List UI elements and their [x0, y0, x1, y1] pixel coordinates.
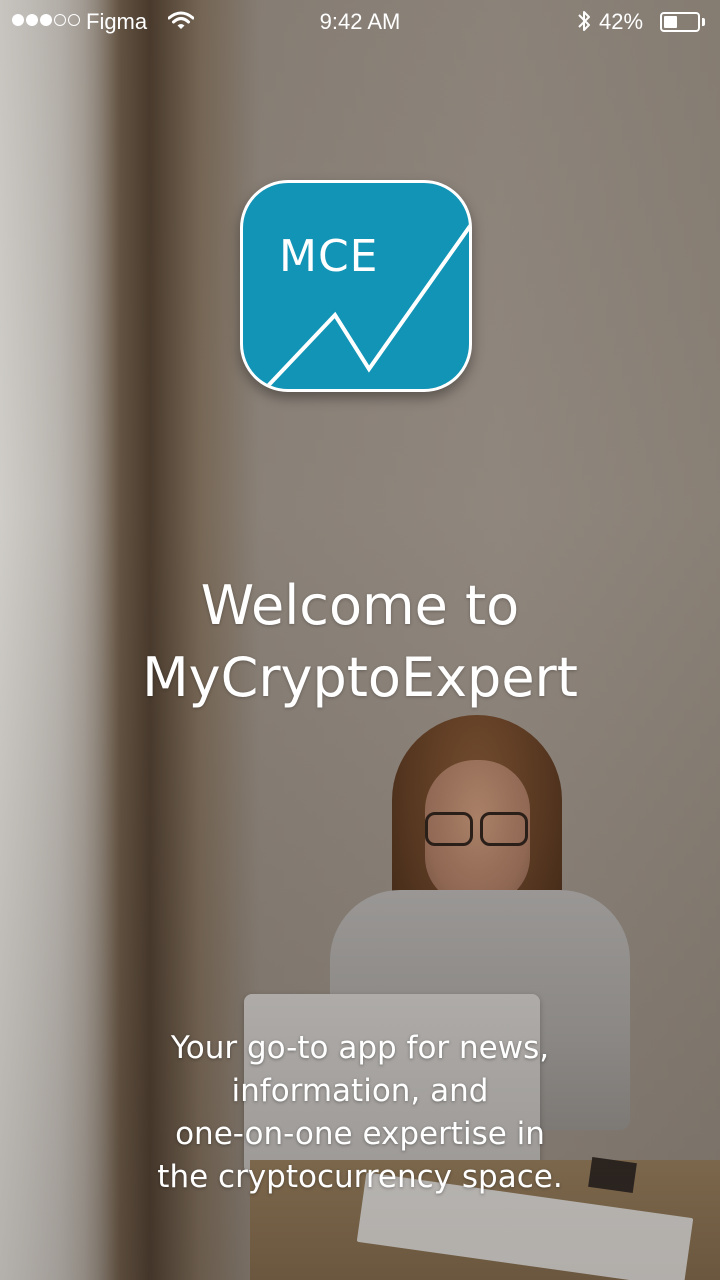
battery-tip — [702, 18, 705, 26]
tagline: Your go-to app for news, information, an… — [120, 1027, 600, 1199]
battery-icon — [660, 12, 700, 32]
status-bar: Figma 9:42 AM 42% — [0, 0, 720, 44]
battery-fill — [664, 16, 677, 28]
welcome-line-1: Welcome to — [200, 574, 520, 637]
tagline-line-1: Your go-to app for news, — [170, 1030, 550, 1066]
tagline-line-2: information, and — [231, 1073, 489, 1109]
logo-text: MCE — [279, 231, 379, 282]
tagline-line-3: one-on-one expertise in — [175, 1116, 545, 1152]
tagline-line-4: the cryptocurrency space. — [157, 1159, 563, 1195]
welcome-app-name: MyCryptoExpert — [142, 646, 578, 709]
app-logo: MCE — [240, 180, 472, 392]
battery-percent: 42% — [599, 9, 644, 34]
chart-line-icon — [263, 224, 469, 389]
welcome-screen: Figma 9:42 AM 42% MCE Welcome to MyCrypt… — [0, 0, 720, 1280]
bluetooth-icon — [576, 9, 592, 39]
welcome-heading: Welcome to MyCryptoExpert — [0, 570, 720, 714]
